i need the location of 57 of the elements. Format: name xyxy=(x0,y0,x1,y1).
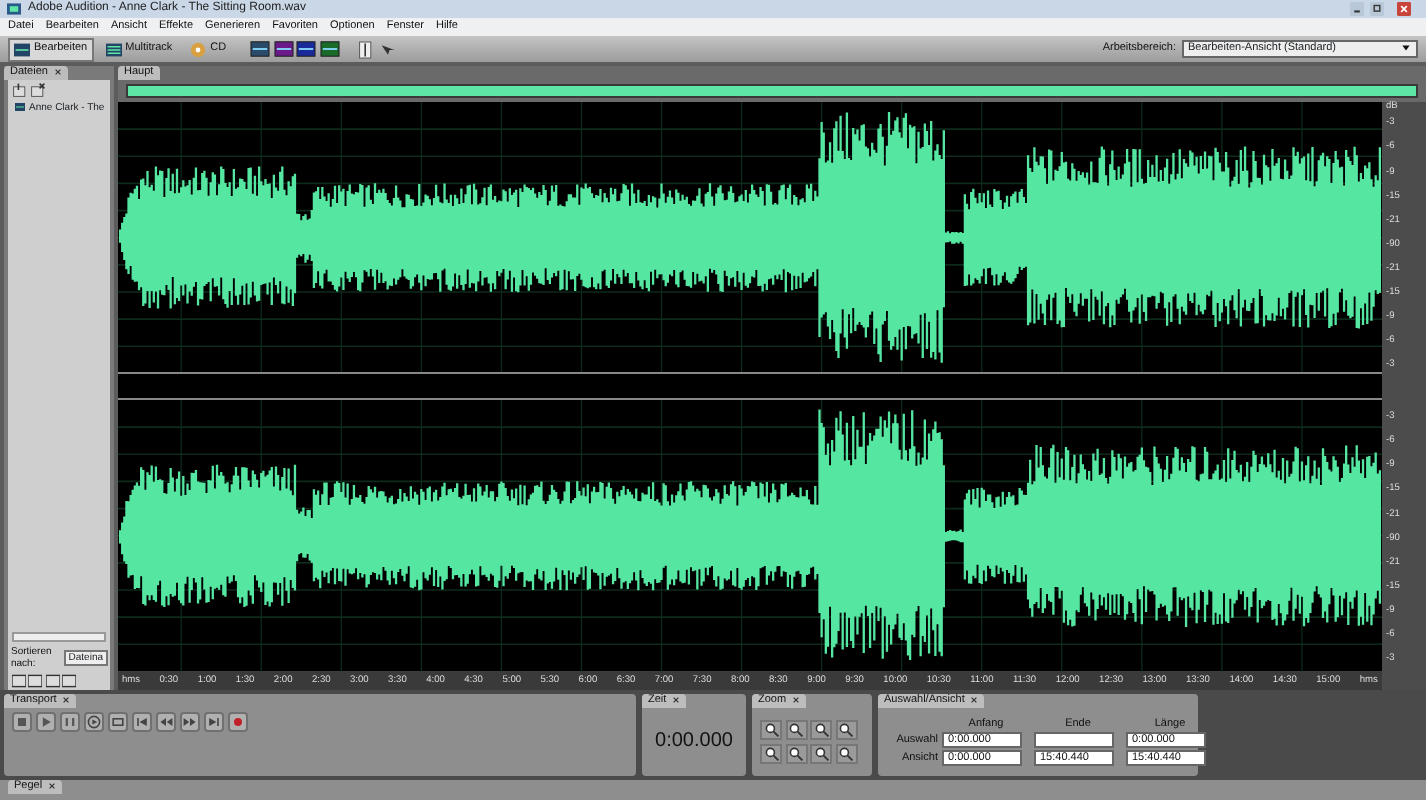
transport-button[interactable] xyxy=(36,711,56,732)
skip-start-icon xyxy=(134,713,150,730)
close-icon[interactable] xyxy=(53,68,62,77)
disc-icon xyxy=(190,41,207,57)
zoom-button[interactable] xyxy=(785,743,807,764)
zoom-button[interactable] xyxy=(760,720,782,741)
maximize-icon[interactable] xyxy=(1368,2,1386,16)
transport-button[interactable] xyxy=(12,711,32,732)
play-icon xyxy=(38,713,54,730)
magnifier-icon xyxy=(838,745,854,762)
tracks-icon xyxy=(105,41,122,57)
transport-button[interactable] xyxy=(60,711,80,732)
zoom-button[interactable] xyxy=(785,720,807,741)
file-icon xyxy=(14,102,26,113)
transport-button[interactable] xyxy=(156,711,176,732)
magnifier-icon xyxy=(763,745,779,762)
scrollbar[interactable] xyxy=(12,632,106,642)
zoom-button[interactable] xyxy=(835,720,857,741)
minimize-icon[interactable] xyxy=(1347,2,1365,16)
transport-button[interactable] xyxy=(228,711,248,732)
waveform-icon xyxy=(14,41,30,57)
input-field[interactable] xyxy=(1034,732,1114,749)
record-icon xyxy=(230,713,246,730)
play-cursor-icon xyxy=(86,713,102,730)
magnifier-icon xyxy=(763,722,779,739)
transport-button[interactable] xyxy=(180,711,200,732)
close-file-icon[interactable] xyxy=(30,82,46,99)
zoom-button[interactable] xyxy=(835,743,857,764)
waveform-drawing[interactable] xyxy=(118,400,1382,672)
time-display: 0:00.000 xyxy=(655,729,733,754)
magnifier-icon xyxy=(788,722,804,739)
pause-icon xyxy=(62,713,78,730)
zoom-button[interactable] xyxy=(810,743,832,764)
close-icon[interactable] xyxy=(48,782,57,791)
magnifier-icon xyxy=(838,722,854,739)
close-icon[interactable] xyxy=(970,696,979,705)
app-icon xyxy=(6,2,22,16)
transport-button[interactable] xyxy=(132,711,152,732)
fast-forward-icon xyxy=(182,713,198,730)
close-icon[interactable] xyxy=(672,696,681,705)
close-icon[interactable] xyxy=(62,696,71,705)
transport-button[interactable] xyxy=(204,711,224,732)
zoom-button[interactable] xyxy=(810,720,832,741)
cursor-icon[interactable] xyxy=(357,39,374,59)
magnifier-icon xyxy=(788,745,804,762)
rewind-icon xyxy=(158,713,174,730)
caret-icon xyxy=(1400,42,1412,55)
close-icon[interactable] xyxy=(792,696,801,705)
view-icon[interactable] xyxy=(250,40,271,58)
overview-bar[interactable] xyxy=(126,83,1418,98)
magnifier-icon xyxy=(813,722,829,739)
skip-end-icon xyxy=(206,713,222,730)
transport-button[interactable] xyxy=(84,711,104,732)
magnifier-icon xyxy=(813,745,829,762)
zoom-button[interactable] xyxy=(760,743,782,764)
waveform-drawing[interactable] xyxy=(118,101,1382,373)
stop-icon xyxy=(14,713,30,730)
